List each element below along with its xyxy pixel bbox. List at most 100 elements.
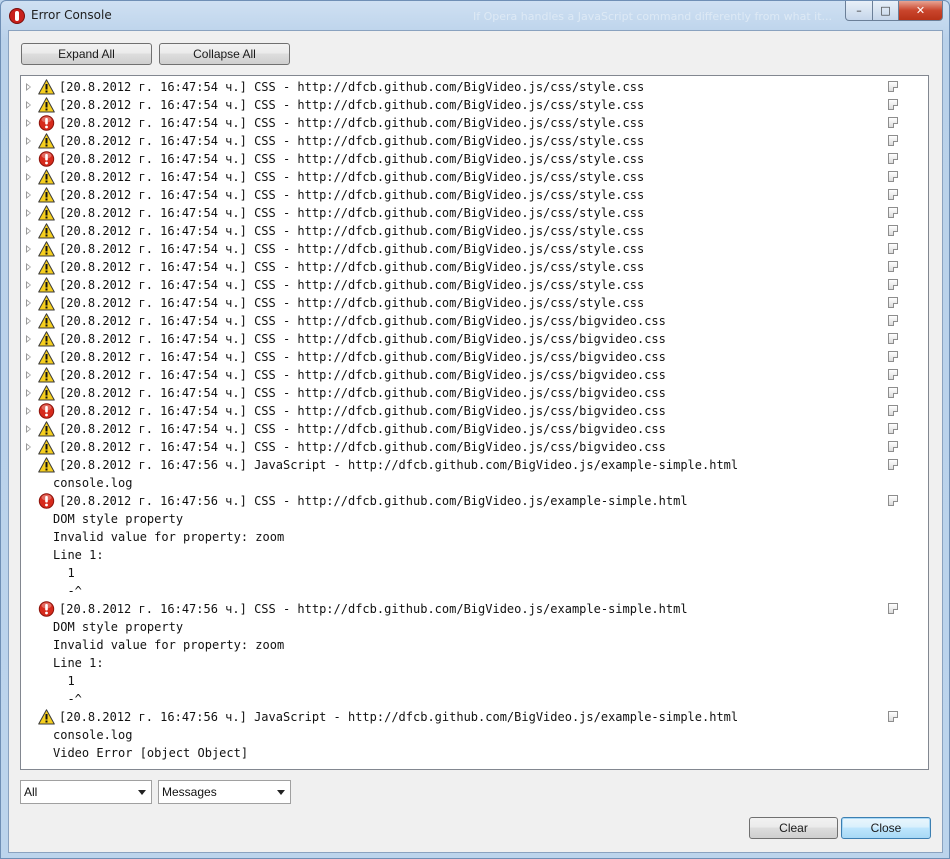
message-header-row[interactable]: [20.8.2012 г. 16:47:54 ч.] CSS - http://… bbox=[21, 438, 928, 456]
note-icon[interactable] bbox=[888, 369, 898, 380]
message-entry[interactable]: [20.8.2012 г. 16:47:54 ч.] CSS - http://… bbox=[21, 402, 928, 420]
message-header-row[interactable]: [20.8.2012 г. 16:47:54 ч.] CSS - http://… bbox=[21, 276, 928, 294]
expand-arrow-icon[interactable] bbox=[26, 137, 31, 145]
source-filter-dropdown[interactable]: All bbox=[20, 780, 152, 804]
message-entry[interactable]: [20.8.2012 г. 16:47:54 ч.] CSS - http://… bbox=[21, 330, 928, 348]
message-entry[interactable]: [20.8.2012 г. 16:47:56 ч.] CSS - http://… bbox=[21, 492, 928, 600]
expand-arrow-icon[interactable] bbox=[26, 263, 31, 271]
note-icon[interactable] bbox=[888, 207, 898, 218]
close-button[interactable]: Close bbox=[841, 817, 931, 839]
message-entry[interactable]: [20.8.2012 г. 16:47:54 ч.] CSS - http://… bbox=[21, 258, 928, 276]
expand-arrow-icon[interactable] bbox=[26, 119, 31, 127]
message-entry[interactable]: [20.8.2012 г. 16:47:54 ч.] CSS - http://… bbox=[21, 168, 928, 186]
note-icon[interactable] bbox=[888, 711, 898, 722]
message-header-row[interactable]: [20.8.2012 г. 16:47:56 ч.] CSS - http://… bbox=[21, 492, 928, 510]
note-icon[interactable] bbox=[888, 81, 898, 92]
message-header-row[interactable]: [20.8.2012 г. 16:47:54 ч.] CSS - http://… bbox=[21, 114, 928, 132]
message-entry[interactable]: [20.8.2012 г. 16:47:54 ч.] CSS - http://… bbox=[21, 204, 928, 222]
collapse-all-button[interactable]: Collapse All bbox=[159, 43, 290, 65]
note-icon[interactable] bbox=[888, 459, 898, 470]
expand-arrow-icon[interactable] bbox=[26, 443, 31, 451]
expand-arrow-icon[interactable] bbox=[26, 281, 31, 289]
message-header-row[interactable]: [20.8.2012 г. 16:47:56 ч.] JavaScript - … bbox=[21, 708, 928, 726]
message-header-row[interactable]: [20.8.2012 г. 16:47:54 ч.] CSS - http://… bbox=[21, 96, 928, 114]
window-close-button[interactable]: ✕ bbox=[899, 1, 943, 21]
note-icon[interactable] bbox=[888, 135, 898, 146]
note-icon[interactable] bbox=[888, 117, 898, 128]
message-header-row[interactable]: [20.8.2012 г. 16:47:54 ч.] CSS - http://… bbox=[21, 222, 928, 240]
message-entry[interactable]: [20.8.2012 г. 16:47:54 ч.] CSS - http://… bbox=[21, 96, 928, 114]
message-header-row[interactable]: [20.8.2012 г. 16:47:54 ч.] CSS - http://… bbox=[21, 330, 928, 348]
note-icon[interactable] bbox=[888, 603, 898, 614]
expand-arrow-icon[interactable] bbox=[26, 173, 31, 181]
message-header-row[interactable]: [20.8.2012 г. 16:47:54 ч.] CSS - http://… bbox=[21, 240, 928, 258]
message-entry[interactable]: [20.8.2012 г. 16:47:54 ч.] CSS - http://… bbox=[21, 132, 928, 150]
clear-button[interactable]: Clear bbox=[749, 817, 838, 839]
expand-arrow-icon[interactable] bbox=[26, 317, 31, 325]
expand-arrow-icon[interactable] bbox=[26, 407, 31, 415]
expand-arrow-icon[interactable] bbox=[26, 155, 31, 163]
minimize-button[interactable]: – bbox=[845, 1, 873, 21]
message-entry[interactable]: [20.8.2012 г. 16:47:54 ч.] CSS - http://… bbox=[21, 114, 928, 132]
message-entry[interactable]: [20.8.2012 г. 16:47:54 ч.] CSS - http://… bbox=[21, 78, 928, 96]
note-icon[interactable] bbox=[888, 189, 898, 200]
note-icon[interactable] bbox=[888, 297, 898, 308]
message-entry[interactable]: [20.8.2012 г. 16:47:54 ч.] CSS - http://… bbox=[21, 150, 928, 168]
note-icon[interactable] bbox=[888, 387, 898, 398]
message-header-row[interactable]: [20.8.2012 г. 16:47:54 ч.] CSS - http://… bbox=[21, 402, 928, 420]
message-entry[interactable]: [20.8.2012 г. 16:47:54 ч.] CSS - http://… bbox=[21, 348, 928, 366]
message-entry[interactable]: [20.8.2012 г. 16:47:54 ч.] CSS - http://… bbox=[21, 240, 928, 258]
message-entry[interactable]: [20.8.2012 г. 16:47:54 ч.] CSS - http://… bbox=[21, 312, 928, 330]
message-header-row[interactable]: [20.8.2012 г. 16:47:54 ч.] CSS - http://… bbox=[21, 168, 928, 186]
note-icon[interactable] bbox=[888, 315, 898, 326]
message-entry[interactable]: [20.8.2012 г. 16:47:54 ч.] CSS - http://… bbox=[21, 276, 928, 294]
expand-arrow-icon[interactable] bbox=[26, 191, 31, 199]
message-entry[interactable]: [20.8.2012 г. 16:47:54 ч.] CSS - http://… bbox=[21, 420, 928, 438]
expand-arrow-icon[interactable] bbox=[26, 245, 31, 253]
message-header-row[interactable]: [20.8.2012 г. 16:47:54 ч.] CSS - http://… bbox=[21, 258, 928, 276]
note-icon[interactable] bbox=[888, 225, 898, 236]
expand-arrow-icon[interactable] bbox=[26, 353, 31, 361]
note-icon[interactable] bbox=[888, 423, 898, 434]
message-entry[interactable]: [20.8.2012 г. 16:47:54 ч.] CSS - http://… bbox=[21, 186, 928, 204]
expand-arrow-icon[interactable] bbox=[26, 227, 31, 235]
note-icon[interactable] bbox=[888, 279, 898, 290]
message-entry[interactable]: [20.8.2012 г. 16:47:56 ч.] JavaScript - … bbox=[21, 708, 928, 762]
note-icon[interactable] bbox=[888, 171, 898, 182]
message-header-row[interactable]: [20.8.2012 г. 16:47:54 ч.] CSS - http://… bbox=[21, 132, 928, 150]
message-header-row[interactable]: [20.8.2012 г. 16:47:54 ч.] CSS - http://… bbox=[21, 312, 928, 330]
note-icon[interactable] bbox=[888, 261, 898, 272]
note-icon[interactable] bbox=[888, 99, 898, 110]
message-header-row[interactable]: [20.8.2012 г. 16:47:56 ч.] CSS - http://… bbox=[21, 600, 928, 618]
expand-arrow-icon[interactable] bbox=[26, 101, 31, 109]
message-header-row[interactable]: [20.8.2012 г. 16:47:54 ч.] CSS - http://… bbox=[21, 150, 928, 168]
expand-arrow-icon[interactable] bbox=[26, 425, 31, 433]
message-header-row[interactable]: [20.8.2012 г. 16:47:54 ч.] CSS - http://… bbox=[21, 186, 928, 204]
message-entry[interactable]: [20.8.2012 г. 16:47:54 ч.] CSS - http://… bbox=[21, 222, 928, 240]
message-entry[interactable]: [20.8.2012 г. 16:47:54 ч.] CSS - http://… bbox=[21, 384, 928, 402]
message-header-row[interactable]: [20.8.2012 г. 16:47:54 ч.] CSS - http://… bbox=[21, 366, 928, 384]
note-icon[interactable] bbox=[888, 441, 898, 452]
message-entry[interactable]: [20.8.2012 г. 16:47:54 ч.] CSS - http://… bbox=[21, 366, 928, 384]
type-filter-dropdown[interactable]: Messages bbox=[158, 780, 291, 804]
expand-arrow-icon[interactable] bbox=[26, 209, 31, 217]
expand-all-button[interactable]: Expand All bbox=[21, 43, 152, 65]
note-icon[interactable] bbox=[888, 351, 898, 362]
note-icon[interactable] bbox=[888, 495, 898, 506]
note-icon[interactable] bbox=[888, 405, 898, 416]
expand-arrow-icon[interactable] bbox=[26, 83, 31, 91]
message-header-row[interactable]: [20.8.2012 г. 16:47:54 ч.] CSS - http://… bbox=[21, 348, 928, 366]
message-header-row[interactable]: [20.8.2012 г. 16:47:54 ч.] CSS - http://… bbox=[21, 420, 928, 438]
message-list[interactable]: [20.8.2012 г. 16:47:54 ч.] CSS - http://… bbox=[20, 75, 929, 770]
title-bar[interactable]: Error Console If Opera handles a JavaScr… bbox=[1, 1, 949, 31]
note-icon[interactable] bbox=[888, 243, 898, 254]
expand-arrow-icon[interactable] bbox=[26, 389, 31, 397]
message-header-row[interactable]: [20.8.2012 г. 16:47:54 ч.] CSS - http://… bbox=[21, 204, 928, 222]
message-entry[interactable]: [20.8.2012 г. 16:47:54 ч.] CSS - http://… bbox=[21, 438, 928, 456]
message-entry[interactable]: [20.8.2012 г. 16:47:56 ч.] JavaScript - … bbox=[21, 456, 928, 492]
expand-arrow-icon[interactable] bbox=[26, 299, 31, 307]
message-header-row[interactable]: [20.8.2012 г. 16:47:56 ч.] JavaScript - … bbox=[21, 456, 928, 474]
message-entry[interactable]: [20.8.2012 г. 16:47:54 ч.] CSS - http://… bbox=[21, 294, 928, 312]
message-header-row[interactable]: [20.8.2012 г. 16:47:54 ч.] CSS - http://… bbox=[21, 294, 928, 312]
message-entry[interactable]: [20.8.2012 г. 16:47:56 ч.] CSS - http://… bbox=[21, 600, 928, 708]
